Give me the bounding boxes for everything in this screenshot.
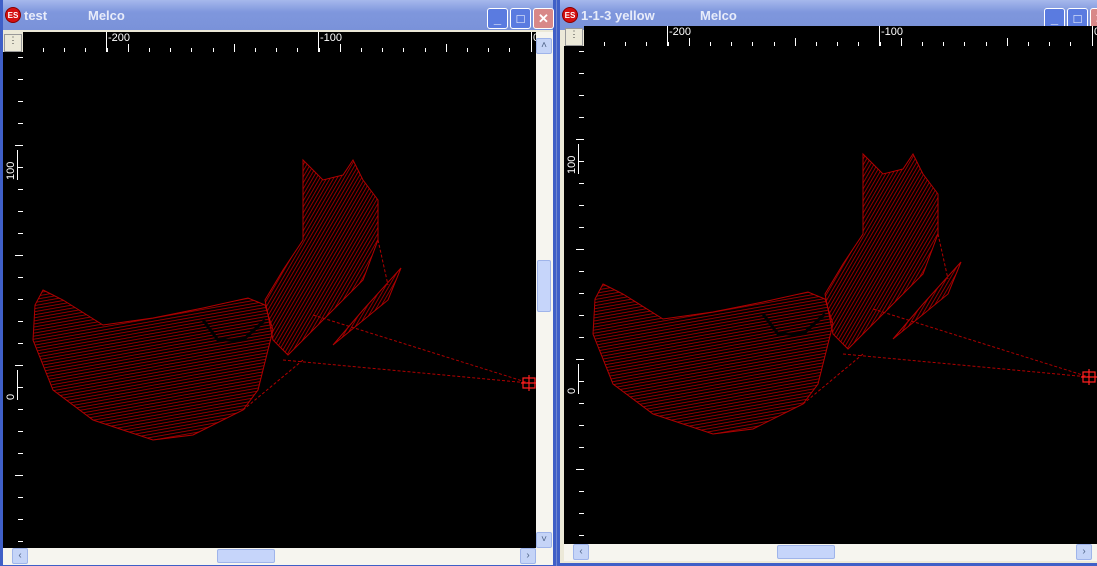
horizontal-scroll-thumb[interactable]	[777, 545, 835, 559]
stitch-area-upper-arm	[824, 152, 939, 350]
stitch-area-lower-lobe	[592, 283, 834, 435]
scroll-left-button[interactable]: ‹	[12, 548, 28, 564]
design-window-test: ES test Melco _ □ ✕ ⋮ -200-1000 1000 ˄ ˅…	[0, 0, 574, 566]
needle-position-crosshair-icon	[521, 375, 537, 391]
horizontal-scrollbar[interactable]: ‹ ›	[564, 544, 1097, 561]
stitch-area-lower-lobe	[32, 289, 274, 441]
scroll-up-button[interactable]: ˄	[536, 38, 552, 54]
scroll-right-button[interactable]: ›	[1076, 544, 1092, 560]
scroll-down-button[interactable]: ˅	[536, 532, 552, 548]
horizontal-scrollbar[interactable]: ‹ ›	[3, 548, 553, 565]
design-window-1-1-3-yellow: ES 1-1-3 yellow Melco _ □ ✕ ⋮ -200-1000 …	[557, 0, 1097, 566]
horizontal-scroll-thumb[interactable]	[217, 549, 275, 563]
embroidery-design	[32, 158, 537, 441]
stitch-area-upper-arm	[264, 158, 379, 356]
scroll-right-button[interactable]: ›	[520, 548, 536, 564]
embroidery-design	[592, 152, 1097, 435]
vertical-scroll-thumb[interactable]	[537, 260, 551, 312]
vertical-scrollbar[interactable]: ˄ ˅	[536, 32, 553, 548]
needle-position-crosshair-icon	[1081, 369, 1097, 385]
scroll-left-button[interactable]: ‹	[573, 544, 589, 560]
